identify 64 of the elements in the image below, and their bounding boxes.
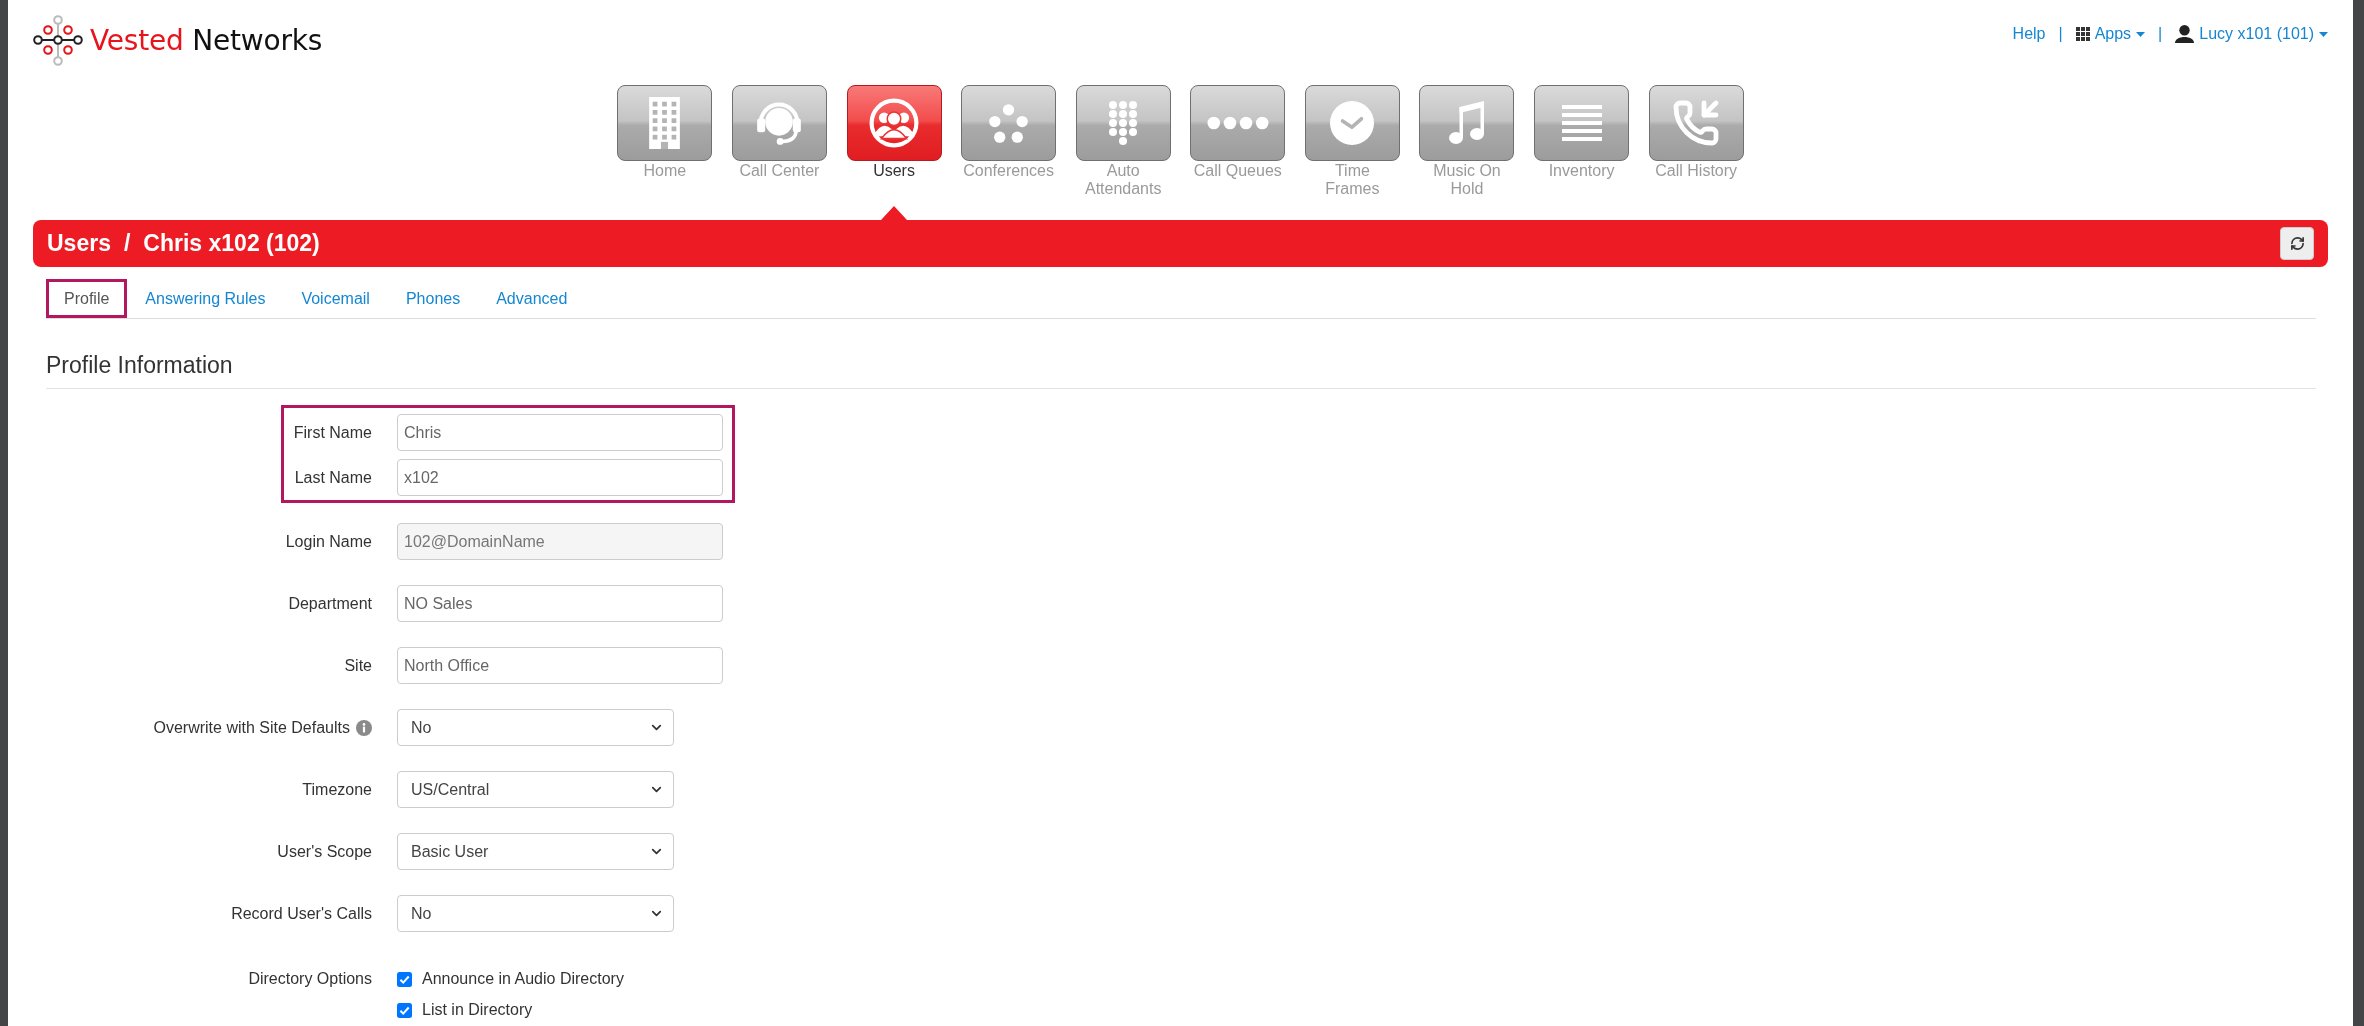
- refresh-button[interactable]: [2280, 227, 2314, 260]
- field-label: Department: [288, 593, 372, 614]
- field-label: Site: [344, 655, 372, 676]
- checkbox-label: Announce in Audio Directory: [422, 970, 624, 988]
- apps-menu[interactable]: Apps: [2075, 24, 2146, 44]
- section-heading: Profile Information: [46, 351, 233, 379]
- select-field[interactable]: No: [397, 895, 674, 932]
- tab[interactable]: Answering Rules: [127, 279, 284, 318]
- breadcrumb-link[interactable]: Users: [47, 230, 111, 257]
- logo-wordmark: Vested Networks: [90, 25, 323, 57]
- field-label: Login Name: [285, 531, 372, 552]
- field-label: Record User's Calls: [231, 903, 372, 924]
- text-field[interactable]: Chris: [397, 414, 723, 451]
- nav-button[interactable]: Time Frames: [1304, 85, 1400, 198]
- clock-icon: [1330, 101, 1375, 145]
- phone-arrow-icon: [1672, 99, 1721, 147]
- nav-button[interactable]: Users: [846, 85, 942, 180]
- people-ring-icon: [869, 98, 919, 148]
- tab[interactable]: Advanced: [478, 279, 586, 318]
- checkbox[interactable]: [397, 1002, 412, 1018]
- separator: |: [2058, 24, 2063, 44]
- field-label: Last Name: [294, 467, 372, 488]
- nav-button[interactable]: Call Queues: [1190, 85, 1286, 180]
- help-link[interactable]: Help: [2012, 24, 2046, 44]
- dots-ring-icon: [989, 103, 1029, 143]
- tab[interactable]: Profile: [46, 279, 128, 318]
- nav-button[interactable]: Call History: [1648, 85, 1744, 180]
- field-label: Overwrite with Site Defaults: [153, 717, 350, 738]
- logo-icon: [33, 14, 85, 68]
- select-field[interactable]: No: [397, 709, 674, 746]
- field-label: Directory Options: [248, 969, 372, 989]
- grid-icon: [2075, 27, 2090, 41]
- text-field[interactable]: NO Sales: [397, 585, 723, 622]
- caret-icon: [2319, 31, 2328, 37]
- caret-icon: [2136, 31, 2146, 37]
- checkbox[interactable]: [397, 971, 412, 987]
- nav-button[interactable]: Call Center: [731, 85, 827, 180]
- headset-icon: [756, 100, 803, 146]
- building-icon: [649, 97, 681, 149]
- refresh-icon: [2289, 236, 2305, 251]
- user-menu[interactable]: Lucy x101 (101): [2175, 24, 2328, 44]
- select-field[interactable]: US/Central: [397, 771, 674, 808]
- field-label: First Name: [293, 422, 372, 443]
- nav-button[interactable]: Conferences: [961, 85, 1057, 180]
- text-field[interactable]: x102: [397, 459, 723, 496]
- tab[interactable]: Phones: [387, 279, 479, 318]
- nav-button[interactable]: Home: [617, 85, 713, 180]
- user-icon: [2175, 25, 2195, 43]
- page-title: Chris x102 (102): [143, 230, 320, 257]
- four-dots-icon: [1206, 116, 1269, 130]
- tab[interactable]: Voicemail: [283, 279, 388, 318]
- field-label: User's Scope: [277, 841, 372, 862]
- music-note-icon: [1449, 101, 1485, 145]
- nav-button[interactable]: Inventory: [1534, 85, 1630, 180]
- breadcrumb-separator: /: [123, 230, 131, 257]
- separator: |: [2158, 24, 2163, 44]
- checkbox-label: List in Directory: [422, 1001, 533, 1019]
- select-field[interactable]: Basic User: [397, 833, 674, 870]
- nav-button[interactable]: Auto Attendants: [1075, 85, 1171, 198]
- lines-icon: [1561, 105, 1602, 141]
- keypad-icon: [1108, 101, 1139, 145]
- text-field[interactable]: North Office: [397, 647, 723, 684]
- nav-button[interactable]: Music On Hold: [1419, 85, 1515, 198]
- field-label: Timezone: [302, 779, 372, 800]
